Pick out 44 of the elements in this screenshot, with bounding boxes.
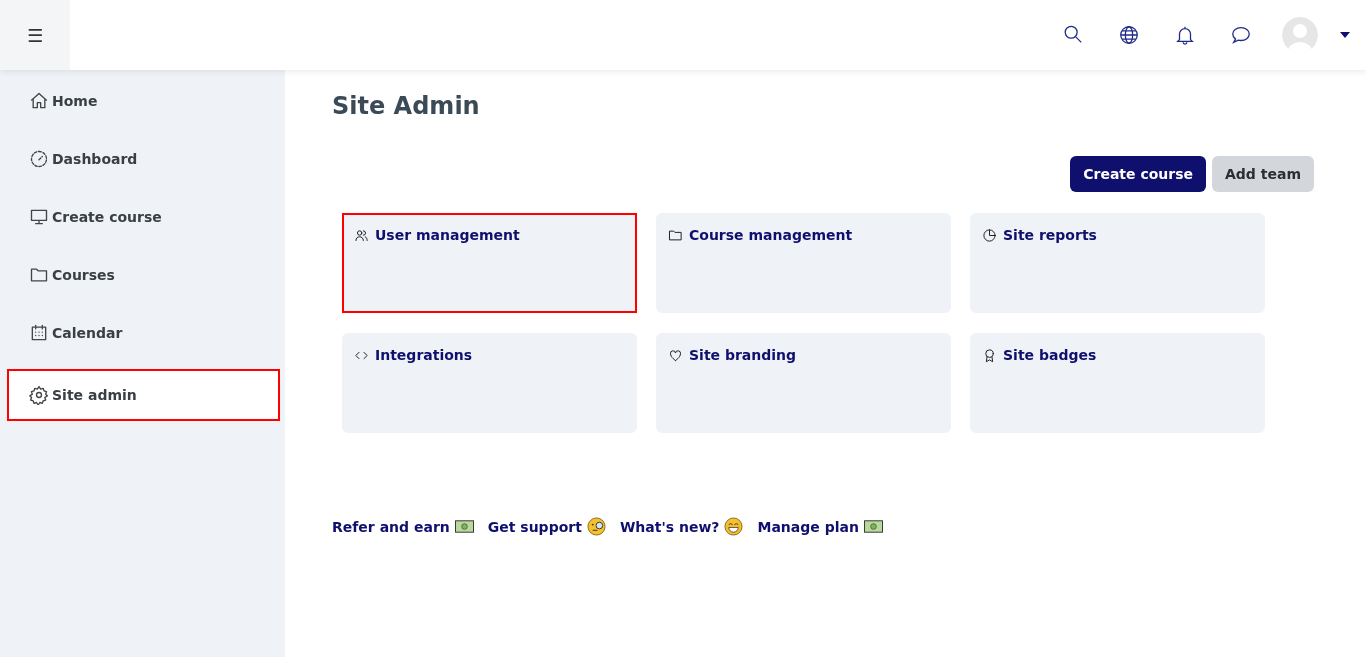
folder-icon	[668, 227, 683, 243]
footer-link[interactable]: Refer and earn	[332, 518, 450, 535]
card-title: Site badges	[1003, 347, 1097, 363]
page-title: Site Admin	[332, 92, 481, 120]
card-title: User management	[375, 227, 520, 243]
admin-card[interactable]: Integrations	[342, 333, 637, 433]
grinning-face-icon	[724, 517, 744, 536]
notification-bell-icon[interactable]	[1174, 24, 1196, 46]
monocle-face-icon	[586, 517, 606, 536]
banknote-icon	[863, 517, 883, 536]
menu-button[interactable]: ☰	[0, 0, 70, 70]
heart-icon	[668, 347, 683, 363]
card-title: Site reports	[1003, 227, 1097, 243]
add-team-button[interactable]: Add team	[1212, 156, 1314, 192]
banknote-icon	[454, 517, 474, 536]
globe-icon[interactable]	[1118, 24, 1140, 46]
speech-bubble-icon[interactable]	[1230, 24, 1252, 46]
footer-link[interactable]: Get support	[487, 518, 582, 535]
sidebar-item[interactable]: Calendar	[7, 311, 280, 355]
gauge-icon	[29, 149, 49, 169]
sidebar-item[interactable]: Create course	[7, 195, 280, 239]
footer-link[interactable]: Manage plan	[757, 518, 859, 535]
sidebar-item[interactable]: Site admin	[7, 369, 280, 421]
badge-icon	[982, 347, 997, 363]
users-icon	[354, 227, 369, 243]
monitor-icon	[29, 207, 49, 227]
card-title: Site branding	[689, 347, 797, 363]
sidebar-item[interactable]: Home	[7, 79, 280, 123]
admin-card[interactable]: Course management	[656, 213, 951, 313]
sidebar-item[interactable]: Dashboard	[7, 137, 280, 181]
footer-link[interactable]: What's new?	[619, 518, 720, 535]
admin-card[interactable]: Site branding	[656, 333, 951, 433]
gear-icon	[29, 385, 49, 405]
caret-icon[interactable]	[1340, 32, 1350, 38]
card-title: Course management	[689, 227, 853, 243]
card-title: Integrations	[375, 347, 473, 363]
sidebar-item[interactable]: Courses	[7, 253, 280, 297]
calendar-icon	[29, 323, 49, 343]
admin-card[interactable]: Site badges	[970, 333, 1265, 433]
create-course-button[interactable]: Create course	[1070, 156, 1206, 192]
admin-card[interactable]: User management	[342, 213, 637, 313]
home-icon	[29, 91, 49, 111]
admin-card[interactable]: Site reports	[970, 213, 1265, 313]
pie-icon	[982, 227, 997, 243]
